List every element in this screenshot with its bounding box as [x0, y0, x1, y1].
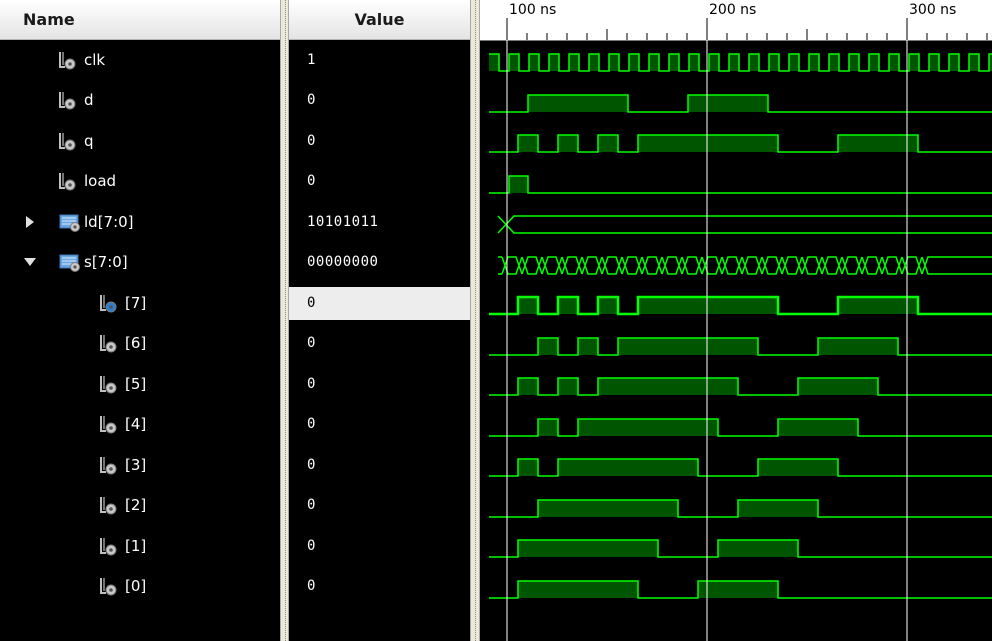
signal-name: [4]: [125, 415, 147, 433]
signal-value-load[interactable]: 0: [289, 165, 470, 198]
signal-name: clk: [84, 51, 106, 69]
signal-row-ld[interactable]: ld[7:0]: [0, 206, 280, 239]
waveform-pane[interactable]: 100 ns 200 ns 300 ns: [480, 0, 992, 641]
waveform-d: [489, 94, 992, 113]
bit-signal-icon: [57, 171, 77, 191]
bit-signal-icon: [57, 90, 77, 110]
bit-signal-icon: [57, 131, 77, 151]
waveform-s1: [489, 539, 992, 558]
bit-signal-icon: [98, 455, 118, 475]
signal-value-d[interactable]: 0: [289, 84, 470, 117]
waveform-s: [498, 256, 992, 275]
signal-name: d: [84, 91, 94, 109]
signal-name: s[7:0]: [84, 253, 128, 271]
bus-signal-icon: [59, 212, 81, 232]
waveform-s2: [489, 499, 992, 518]
signal-name: [3]: [125, 456, 147, 474]
signal-row-s5[interactable]: [5]: [0, 368, 280, 401]
expand-arrow-icon[interactable]: [23, 206, 37, 239]
signal-name: [2]: [125, 496, 147, 514]
time-ruler[interactable]: 100 ns 200 ns 300 ns: [480, 0, 992, 41]
signal-row-clk[interactable]: clk: [0, 44, 280, 77]
signal-value-s4[interactable]: 0: [289, 408, 470, 441]
signal-name: load: [84, 172, 117, 190]
signal-value-s1[interactable]: 0: [289, 530, 470, 563]
signal-name: q: [84, 132, 94, 150]
signal-value-s2[interactable]: 0: [289, 489, 470, 522]
signal-row-s0[interactable]: [0]: [0, 570, 280, 603]
signal-row-s3[interactable]: [3]: [0, 449, 280, 482]
waveform-s3: [489, 458, 992, 477]
signal-value-ld[interactable]: 10101011: [289, 206, 470, 239]
name-value-splitter[interactable]: [280, 0, 289, 641]
signal-value-clk[interactable]: 1: [289, 44, 470, 77]
waveform-s4: [489, 418, 992, 437]
signal-row-s4[interactable]: [4]: [0, 408, 280, 441]
bit-signal-icon: [98, 536, 118, 556]
waveform-q: [489, 134, 992, 153]
signal-row-d[interactable]: d: [0, 84, 280, 117]
waveform-clk: [489, 53, 992, 72]
waveform-canvas[interactable]: [480, 40, 992, 641]
signal-row-q[interactable]: q: [0, 125, 280, 158]
time-label-100ns: 100 ns: [509, 2, 557, 18]
bit-signal-icon: [98, 374, 118, 394]
signal-name: [7]: [125, 294, 147, 312]
signal-row-s6[interactable]: [6]: [0, 327, 280, 360]
signal-value-s[interactable]: 00000000: [289, 246, 470, 279]
time-label-200ns: 200 ns: [709, 2, 757, 18]
signal-name: [6]: [125, 334, 147, 352]
signal-name: [5]: [125, 375, 147, 393]
bit-signal-icon: [98, 414, 118, 434]
waveform-load: [489, 175, 992, 194]
bit-signal-icon: [98, 333, 118, 353]
signal-value-q[interactable]: 0: [289, 125, 470, 158]
signal-name: [0]: [125, 577, 147, 595]
collapse-arrow-icon[interactable]: [23, 246, 37, 279]
signal-name: [1]: [125, 537, 147, 555]
signal-row-s[interactable]: s[7:0]: [0, 246, 280, 279]
signal-row-s7[interactable]: [7]: [0, 287, 280, 320]
name-column: Name clk d q load ld[7:0] s[7:0] [7] [6] [5] [4] […: [0, 0, 280, 641]
signal-value-s0[interactable]: 0: [289, 570, 470, 603]
name-column-header[interactable]: Name: [0, 0, 280, 40]
value-column: Value 1 0 0 0 10101011 00000000 0 0 0 0 0 0 0 0: [289, 0, 470, 641]
waveform-ld: [497, 215, 992, 234]
waveform-s0: [489, 580, 992, 599]
signal-row-s2[interactable]: [2]: [0, 489, 280, 522]
signal-value-s6[interactable]: 0: [289, 327, 470, 360]
bit-signal-icon: [57, 50, 77, 70]
waveform-s7: [489, 295, 992, 316]
signal-name: ld[7:0]: [84, 213, 134, 231]
value-column-header[interactable]: Value: [289, 0, 470, 40]
signal-row-load[interactable]: load: [0, 165, 280, 198]
signal-value-s7[interactable]: 0: [289, 287, 470, 320]
bit-signal-icon: [98, 576, 118, 596]
bit-signal-icon: [98, 495, 118, 515]
waveform-s6: [489, 337, 992, 356]
time-label-300ns: 300 ns: [909, 2, 957, 18]
bus-signal-icon: [59, 252, 81, 272]
signal-value-s3[interactable]: 0: [289, 449, 470, 482]
value-wave-splitter[interactable]: [470, 0, 480, 641]
signal-value-s5[interactable]: 0: [289, 368, 470, 401]
waveform-s5: [489, 377, 992, 396]
bit-signal-icon: [98, 293, 118, 313]
signal-row-s1[interactable]: [1]: [0, 530, 280, 563]
